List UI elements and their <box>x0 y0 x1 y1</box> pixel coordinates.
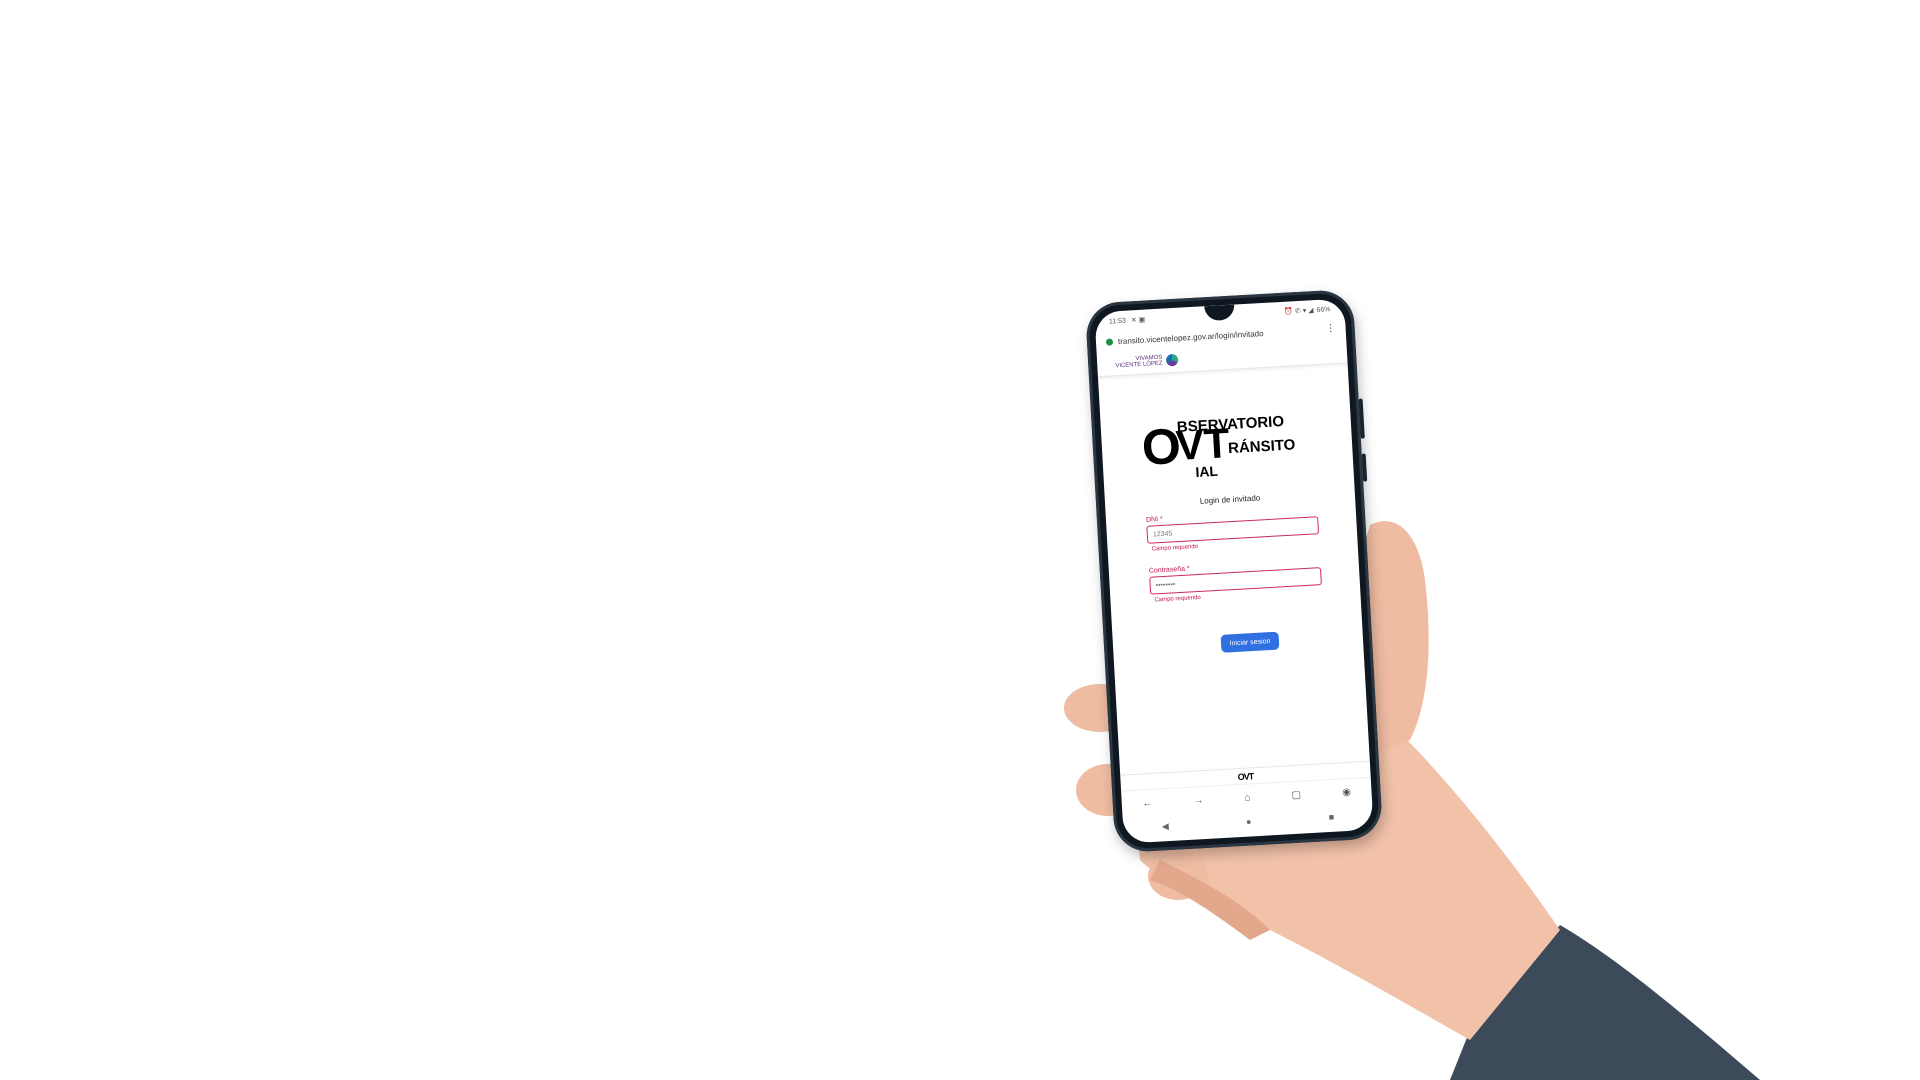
phone-screen: 11:53 ✕ ▣ ⏰ ✆ ▾ ◢ 66% transito.vicentelo… <box>1094 298 1374 844</box>
volume-button <box>1358 398 1365 439</box>
vicente-lopez-logo-icon <box>1166 353 1179 367</box>
secure-lock-icon <box>1105 337 1114 346</box>
ovt-logo: O V T BSERVATORIO RÁNSITO IAL <box>1140 408 1314 487</box>
signal-icons: ⏰ ✆ ▾ ◢ <box>1284 307 1314 316</box>
status-time: 11:53 <box>1108 317 1127 326</box>
dni-input[interactable]: 12345 <box>1146 516 1320 544</box>
password-error: Campo requerido <box>1154 594 1201 604</box>
logo-word-transito: RÁNSITO <box>1227 436 1296 458</box>
footer-ovt-logo: OVT <box>1237 771 1254 783</box>
dni-error: Campo requerido <box>1151 543 1199 553</box>
logo-word-vial: IAL <box>1194 462 1219 480</box>
brand-line2: VICENTE LÓPEZ <box>1115 360 1163 370</box>
forward-arrow-icon[interactable]: → <box>1193 795 1204 807</box>
dni-label: DNI * <box>1145 515 1163 524</box>
smartphone: 11:53 ✕ ▣ ⏰ ✆ ▾ ◢ 66% transito.vicentelo… <box>1084 288 1384 854</box>
back-arrow-icon[interactable]: ← <box>1142 797 1153 809</box>
logo-word-observatorio: BSERVATORIO <box>1176 412 1285 436</box>
brand-wordmark[interactable]: VIVAMOS VICENTE LÓPEZ <box>1115 355 1163 370</box>
password-label: Contraseña * <box>1148 565 1190 575</box>
login-page: O V T BSERVATORIO RÁNSITO IAL Login de i… <box>1098 363 1370 776</box>
login-title: Login de invitado <box>1199 493 1261 506</box>
system-home-icon[interactable]: ● <box>1246 816 1252 826</box>
home-icon[interactable]: ⌂ <box>1244 792 1251 803</box>
account-icon[interactable]: ◉ <box>1342 786 1351 797</box>
system-recents-icon[interactable]: ■ <box>1328 812 1334 822</box>
system-back-icon[interactable]: ◀ <box>1162 821 1170 832</box>
power-button <box>1361 453 1368 482</box>
notification-icon: ✕ ▣ <box>1130 316 1146 325</box>
login-submit-button[interactable]: Iniciar sesion <box>1220 631 1280 653</box>
more-vert-icon[interactable]: ⋮ <box>1325 323 1336 335</box>
battery-level: 66% <box>1316 305 1331 314</box>
hand-illustration <box>1064 521 1760 1080</box>
tabs-icon[interactable]: ▢ <box>1291 789 1301 801</box>
